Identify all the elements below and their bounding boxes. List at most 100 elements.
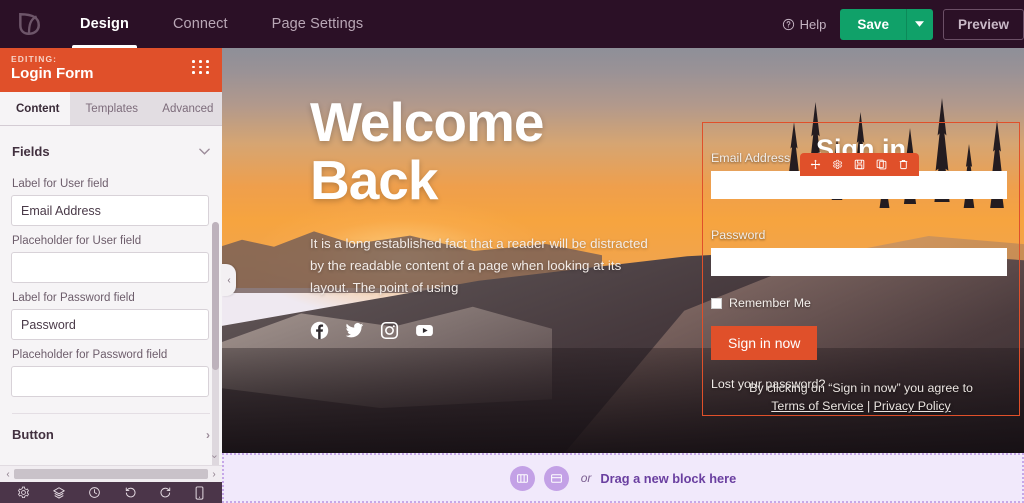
panel-body: Fields Label for User field Placeholder … <box>0 126 222 465</box>
drop-zone-text[interactable]: Drag a new block here <box>600 471 736 486</box>
input-password-field-label[interactable] <box>11 309 209 340</box>
preview-label: Preview <box>957 16 1009 32</box>
panel-editing-label: EDITING: <box>11 54 58 64</box>
save-icon[interactable] <box>854 159 865 170</box>
panel-vertical-scrollbar[interactable] <box>212 222 219 465</box>
terms-text: By clicking on “Sign in now” you agree t… <box>702 379 1020 415</box>
preview-button[interactable]: Preview <box>942 8 1024 40</box>
nav-tab-design-label: Design <box>80 16 129 32</box>
field-group-password-placeholder: Placeholder for Password field <box>11 349 211 397</box>
login-form-fields: Email Address Password Remember Me Sign … <box>711 151 1011 391</box>
save-dropdown-button[interactable] <box>905 8 933 40</box>
panel-tab-templates[interactable]: Templates <box>70 92 147 125</box>
gear-icon[interactable] <box>832 159 843 170</box>
section-button-header[interactable]: Button › <box>11 414 211 446</box>
move-icon[interactable] <box>810 159 821 170</box>
panel-tabs: Content Templates Advanced <box>0 92 222 126</box>
save-button-group: Save <box>840 8 933 40</box>
app-logo[interactable] <box>0 0 58 48</box>
terms-of-service-link[interactable]: Terms of Service <box>771 399 863 413</box>
facebook-icon[interactable] <box>310 321 329 345</box>
field-group-password-label: Label for Password field <box>11 292 211 340</box>
element-toolbar <box>800 153 919 176</box>
password-field-label: Password <box>711 228 766 242</box>
panel-scroll-down-icon[interactable]: ⌄ <box>210 448 219 461</box>
nav-tab-connect[interactable]: Connect <box>151 0 250 48</box>
remember-me-row: Remember Me <box>711 296 1011 310</box>
settings-icon[interactable] <box>17 486 30 499</box>
drop-zone-or-label: or <box>580 471 592 485</box>
input-user-field-label[interactable] <box>11 195 209 226</box>
mobile-icon[interactable] <box>194 485 205 500</box>
hero-section: Welcome Back It is a long established fa… <box>222 48 1024 453</box>
save-label: Save <box>857 16 889 32</box>
password-input[interactable] <box>711 248 1007 276</box>
input-user-field-placeholder[interactable] <box>11 252 209 283</box>
chevron-down-icon <box>199 148 210 155</box>
help-button[interactable]: Help <box>768 17 841 32</box>
terms-prefix: By clicking on “Sign in now” you agree t… <box>749 381 973 395</box>
panel-collapse-toggle[interactable]: ‹ <box>222 264 236 296</box>
hero-paragraph: It is a long established fact that a rea… <box>310 236 648 295</box>
editor-window: Design Connect Page Settings Help Save P… <box>0 0 1024 503</box>
drop-zone[interactable]: or Drag a new block here <box>222 453 1024 503</box>
trash-icon[interactable] <box>898 159 909 170</box>
chevron-down-icon <box>915 21 925 27</box>
nav-tab-design[interactable]: Design <box>58 0 151 48</box>
rows-icon[interactable] <box>543 465 569 491</box>
youtube-icon[interactable] <box>415 321 434 345</box>
field-label-user-placeholder: Placeholder for User field <box>12 235 142 247</box>
hero-title: Welcome Back <box>310 93 660 209</box>
nav-tab-page-settings-label: Page Settings <box>271 16 364 32</box>
twitter-icon[interactable] <box>345 321 364 345</box>
settings-panel: EDITING: Login Form Content Templates Ad… <box>0 48 222 465</box>
input-password-field-placeholder[interactable] <box>11 366 209 397</box>
leaf-logo-icon <box>19 13 40 35</box>
sign-in-button[interactable]: Sign in now <box>711 326 818 360</box>
field-group-user-placeholder: Placeholder for User field <box>11 235 211 283</box>
panel-drag-handle-icon[interactable] <box>192 60 210 74</box>
hscroll-left-icon[interactable]: ‹ <box>2 469 14 480</box>
field-group-user-label: Label for User field <box>11 178 211 226</box>
help-label: Help <box>799 16 827 32</box>
history-icon[interactable] <box>88 486 101 499</box>
layers-icon[interactable] <box>52 486 66 500</box>
save-button[interactable]: Save <box>840 8 906 40</box>
hero-title-line2: Back <box>310 149 438 211</box>
panel-header: EDITING: Login Form <box>0 48 222 92</box>
panel-tab-content[interactable]: Content <box>0 92 70 125</box>
hero-copy: Welcome Back It is a long established fa… <box>310 93 660 345</box>
chevron-right-icon: › <box>206 427 210 442</box>
privacy-policy-link[interactable]: Privacy Policy <box>874 399 951 413</box>
redo-icon[interactable] <box>159 486 172 499</box>
panel-tab-templates-label: Templates <box>85 102 138 115</box>
panel-horizontal-scrollbar[interactable]: ‹ › <box>0 465 222 482</box>
editor-bottom-toolbar <box>0 482 222 503</box>
hscroll-right-icon[interactable]: › <box>208 469 220 480</box>
hscroll-thumb[interactable] <box>14 469 208 479</box>
remember-me-checkbox[interactable] <box>711 297 722 309</box>
section-button-title: Button <box>12 427 54 442</box>
nav-tab-page-settings[interactable]: Page Settings <box>250 0 386 48</box>
question-circle-icon <box>782 18 794 30</box>
panel-tab-advanced-label: Advanced <box>162 102 214 115</box>
social-links <box>310 321 660 345</box>
panel-header-text: EDITING: Login Form <box>11 54 94 82</box>
field-label-password-label: Label for Password field <box>12 292 135 304</box>
section-fields-title: Fields <box>12 144 50 159</box>
main-nav-tabs: Design Connect Page Settings <box>58 0 385 48</box>
columns-icon[interactable] <box>509 465 535 491</box>
top-bar-actions: Help Save Preview <box>768 0 1024 48</box>
hero-title-line1: Welcome <box>310 91 544 153</box>
nav-tab-connect-label: Connect <box>172 16 228 32</box>
section-fields-header[interactable]: Fields <box>11 126 211 169</box>
duplicate-icon[interactable] <box>876 159 887 170</box>
panel-title: Login Form <box>11 65 94 82</box>
field-label-password-placeholder: Placeholder for Password field <box>12 349 168 361</box>
panel-tab-advanced[interactable]: Advanced <box>146 92 222 125</box>
page-canvas: Welcome Back It is a long established fa… <box>222 48 1024 453</box>
panel-tab-content-label: Content <box>16 102 60 115</box>
undo-icon[interactable] <box>124 486 137 499</box>
instagram-icon[interactable] <box>380 321 399 345</box>
remember-me-label: Remember Me <box>729 296 811 310</box>
